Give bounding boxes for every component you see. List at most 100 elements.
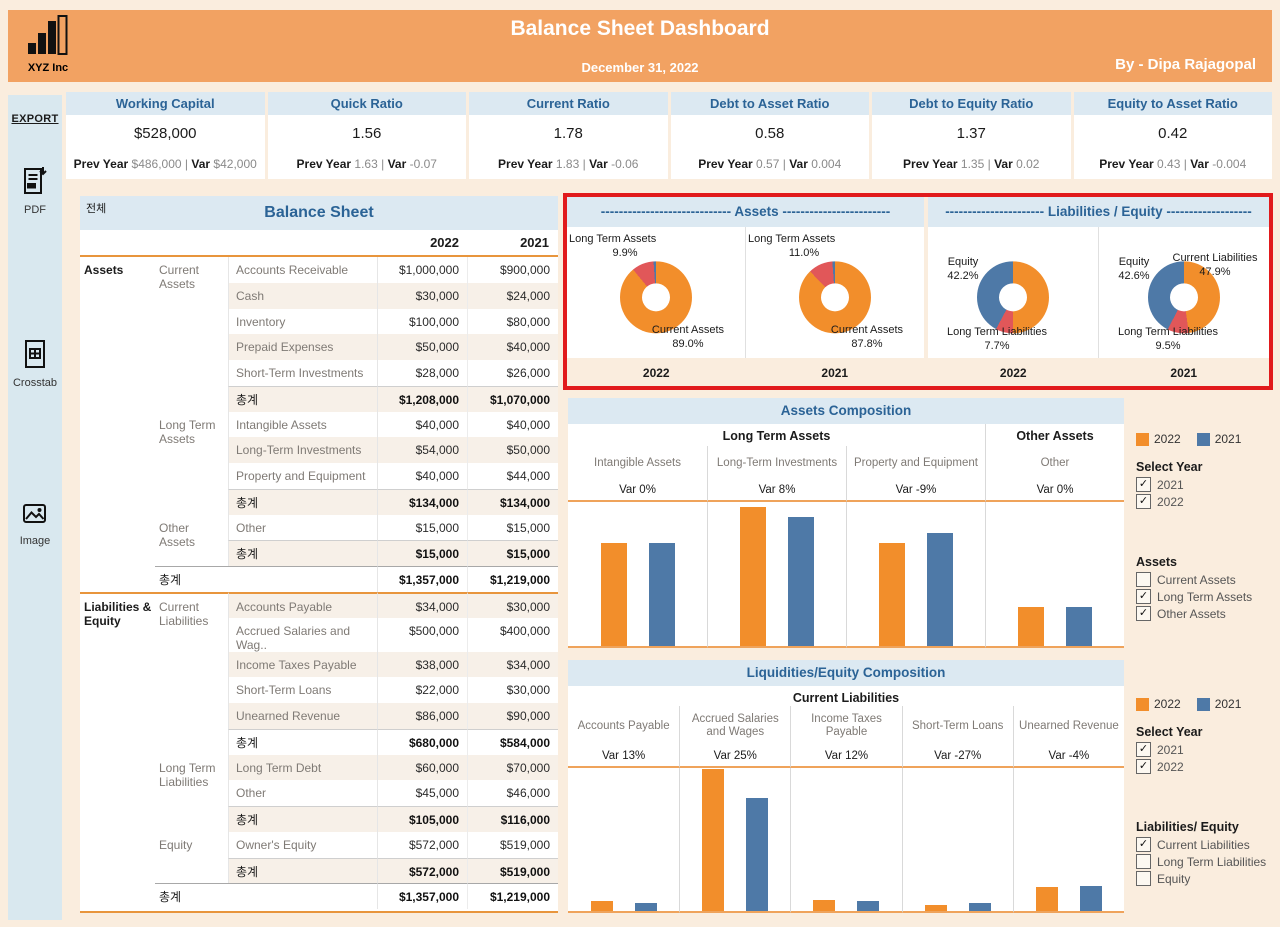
value-2022[interactable]: $1,000,000 xyxy=(377,257,467,283)
value-2021[interactable]: $30,000 xyxy=(467,677,558,703)
legend-item-2022[interactable]: 2022 xyxy=(1136,432,1181,446)
value-2022[interactable]: $15,000 xyxy=(377,540,467,566)
assets-donut-2022[interactable]: Long Term Assets 9.9% Current Assets 89.… xyxy=(567,227,746,358)
value-2022[interactable]: $15,000 xyxy=(377,514,467,541)
value-2022[interactable]: $100,000 xyxy=(377,308,467,335)
value-2021[interactable]: $80,000 xyxy=(467,308,558,335)
checkbox-assets-current-assets[interactable]: Current Assets xyxy=(1136,572,1276,587)
bar-2022-short-term-loans[interactable] xyxy=(924,904,947,911)
value-2021[interactable]: $1,070,000 xyxy=(467,385,558,412)
value-2021[interactable]: $34,000 xyxy=(467,651,558,678)
value-2021[interactable]: $50,000 xyxy=(467,437,558,463)
checkbox-liabilities-equity-current-liabilities[interactable]: ✓ Current Liabilities xyxy=(1136,837,1276,852)
checkbox-unchecked-icon[interactable] xyxy=(1136,572,1151,587)
bar-2021-short-term-loans[interactable] xyxy=(968,902,991,911)
checkbox-checked-icon[interactable]: ✓ xyxy=(1136,606,1151,621)
value-2021[interactable]: $24,000 xyxy=(467,282,558,309)
checkbox-checked-icon[interactable]: ✓ xyxy=(1136,477,1151,492)
bar-2021-unearned-revenue[interactable] xyxy=(1079,885,1102,911)
bar-2022-income-taxes-payable[interactable] xyxy=(813,900,836,911)
value-2021[interactable]: $26,000 xyxy=(467,360,558,386)
value-2021[interactable]: $134,000 xyxy=(467,488,558,515)
checkbox-select-year-2022[interactable]: ✓ 2022 xyxy=(1136,759,1276,774)
checkbox-checked-icon[interactable]: ✓ xyxy=(1136,494,1151,509)
checkbox-checked-icon[interactable]: ✓ xyxy=(1136,589,1151,604)
bar-2022-property-and-equipment[interactable] xyxy=(879,543,905,646)
checkbox-liabilities-equity-equity[interactable]: Equity xyxy=(1136,871,1276,886)
value-2022[interactable]: $105,000 xyxy=(377,806,467,832)
export-crosstab-button[interactable]: Crosstab xyxy=(8,338,62,389)
value-2022[interactable]: $50,000 xyxy=(377,334,467,360)
value-2021[interactable]: $400,000 xyxy=(467,617,558,652)
value-2021[interactable]: $46,000 xyxy=(467,780,558,806)
value-2021[interactable]: $519,000 xyxy=(467,831,558,858)
value-2021[interactable]: $15,000 xyxy=(467,514,558,541)
checkbox-select-year-2021[interactable]: ✓ 2021 xyxy=(1136,742,1276,757)
value-2021[interactable]: $40,000 xyxy=(467,411,558,438)
bar-2021-other[interactable] xyxy=(1066,607,1092,646)
legend-item-2022[interactable]: 2022 xyxy=(1136,697,1181,711)
value-2021[interactable]: $1,219,000 xyxy=(467,883,558,909)
value-2022[interactable]: $34,000 xyxy=(377,591,467,618)
value-2021[interactable]: $519,000 xyxy=(467,857,558,884)
table-filter-label[interactable]: 전체 xyxy=(86,200,106,216)
donut-chart[interactable] xyxy=(977,260,1049,333)
value-2022[interactable]: $500,000 xyxy=(377,617,467,652)
legend-item-2021[interactable]: 2021 xyxy=(1196,432,1241,446)
value-2022[interactable]: $28,000 xyxy=(377,360,467,386)
bar-2022-intangible-assets[interactable] xyxy=(600,543,627,646)
value-2021[interactable]: $1,219,000 xyxy=(467,566,558,592)
value-2021[interactable]: $900,000 xyxy=(467,257,558,283)
bar-2022-accrued-salaries-and-wages[interactable] xyxy=(702,769,725,911)
value-2022[interactable]: $40,000 xyxy=(377,411,467,438)
value-2022[interactable]: $54,000 xyxy=(377,437,467,463)
checkbox-unchecked-icon[interactable] xyxy=(1136,871,1151,886)
value-2021[interactable]: $70,000 xyxy=(467,754,558,781)
value-2021[interactable]: $44,000 xyxy=(467,463,558,489)
value-2022[interactable]: $22,000 xyxy=(377,677,467,703)
legend-item-2021[interactable]: 2021 xyxy=(1196,697,1241,711)
checkbox-liabilities-equity-long-term-liabilities[interactable]: Long Term Liabilities xyxy=(1136,854,1276,869)
value-2022[interactable]: $60,000 xyxy=(377,754,467,781)
value-2022[interactable]: $86,000 xyxy=(377,703,467,729)
value-2021[interactable]: $30,000 xyxy=(467,591,558,618)
value-2022[interactable]: $680,000 xyxy=(377,728,467,755)
bar-2021-intangible-assets[interactable] xyxy=(648,543,675,646)
value-2022[interactable]: $30,000 xyxy=(377,282,467,309)
checkbox-unchecked-icon[interactable] xyxy=(1136,854,1151,869)
bar-2022-long-term-investments[interactable] xyxy=(740,507,766,646)
bar-2021-long-term-investments[interactable] xyxy=(788,517,814,646)
bar-2021-accounts-payable[interactable] xyxy=(634,902,657,911)
bar-2022-accounts-payable[interactable] xyxy=(590,901,613,911)
value-2021[interactable]: $90,000 xyxy=(467,703,558,729)
value-2022[interactable]: $1,357,000 xyxy=(377,566,467,592)
value-2021[interactable]: $584,000 xyxy=(467,728,558,755)
value-2022[interactable]: $1,208,000 xyxy=(377,385,467,412)
checkbox-assets-other-assets[interactable]: ✓ Other Assets xyxy=(1136,606,1276,621)
checkbox-assets-long-term-assets[interactable]: ✓ Long Term Assets xyxy=(1136,589,1276,604)
liabilities-donut-2021[interactable]: Equity 42.6% Current Liabilities 47.9% L… xyxy=(1099,227,1269,358)
checkbox-select-year-2022[interactable]: ✓ 2022 xyxy=(1136,494,1276,509)
value-2022[interactable]: $45,000 xyxy=(377,780,467,806)
export-pdf-button[interactable]: PDF xyxy=(8,165,62,216)
liabilities-donut-2022[interactable]: Equity 42.2% Long Term Liabilities 7.7% xyxy=(928,227,1099,358)
bar-2021-accrued-salaries-and-wages[interactable] xyxy=(746,797,769,911)
checkbox-checked-icon[interactable]: ✓ xyxy=(1136,742,1151,757)
bar-2022-unearned-revenue[interactable] xyxy=(1035,886,1058,911)
bar-2022-other[interactable] xyxy=(1018,607,1044,646)
checkbox-select-year-2021[interactable]: ✓ 2021 xyxy=(1136,477,1276,492)
bar-2021-income-taxes-payable[interactable] xyxy=(857,901,880,911)
checkbox-checked-icon[interactable]: ✓ xyxy=(1136,759,1151,774)
checkbox-checked-icon[interactable]: ✓ xyxy=(1136,837,1151,852)
value-2021[interactable]: $40,000 xyxy=(467,334,558,360)
export-image-button[interactable]: Image xyxy=(8,500,62,547)
value-2021[interactable]: $116,000 xyxy=(467,806,558,832)
value-2021[interactable]: $15,000 xyxy=(467,540,558,566)
value-2022[interactable]: $40,000 xyxy=(377,463,467,489)
bar-2021-property-and-equipment[interactable] xyxy=(927,532,953,646)
assets-donut-2021[interactable]: Long Term Assets 11.0% Current Assets 87… xyxy=(746,227,924,358)
value-2022[interactable]: $572,000 xyxy=(377,831,467,858)
value-2022[interactable]: $134,000 xyxy=(377,488,467,515)
value-2022[interactable]: $38,000 xyxy=(377,651,467,678)
value-2022[interactable]: $572,000 xyxy=(377,857,467,884)
